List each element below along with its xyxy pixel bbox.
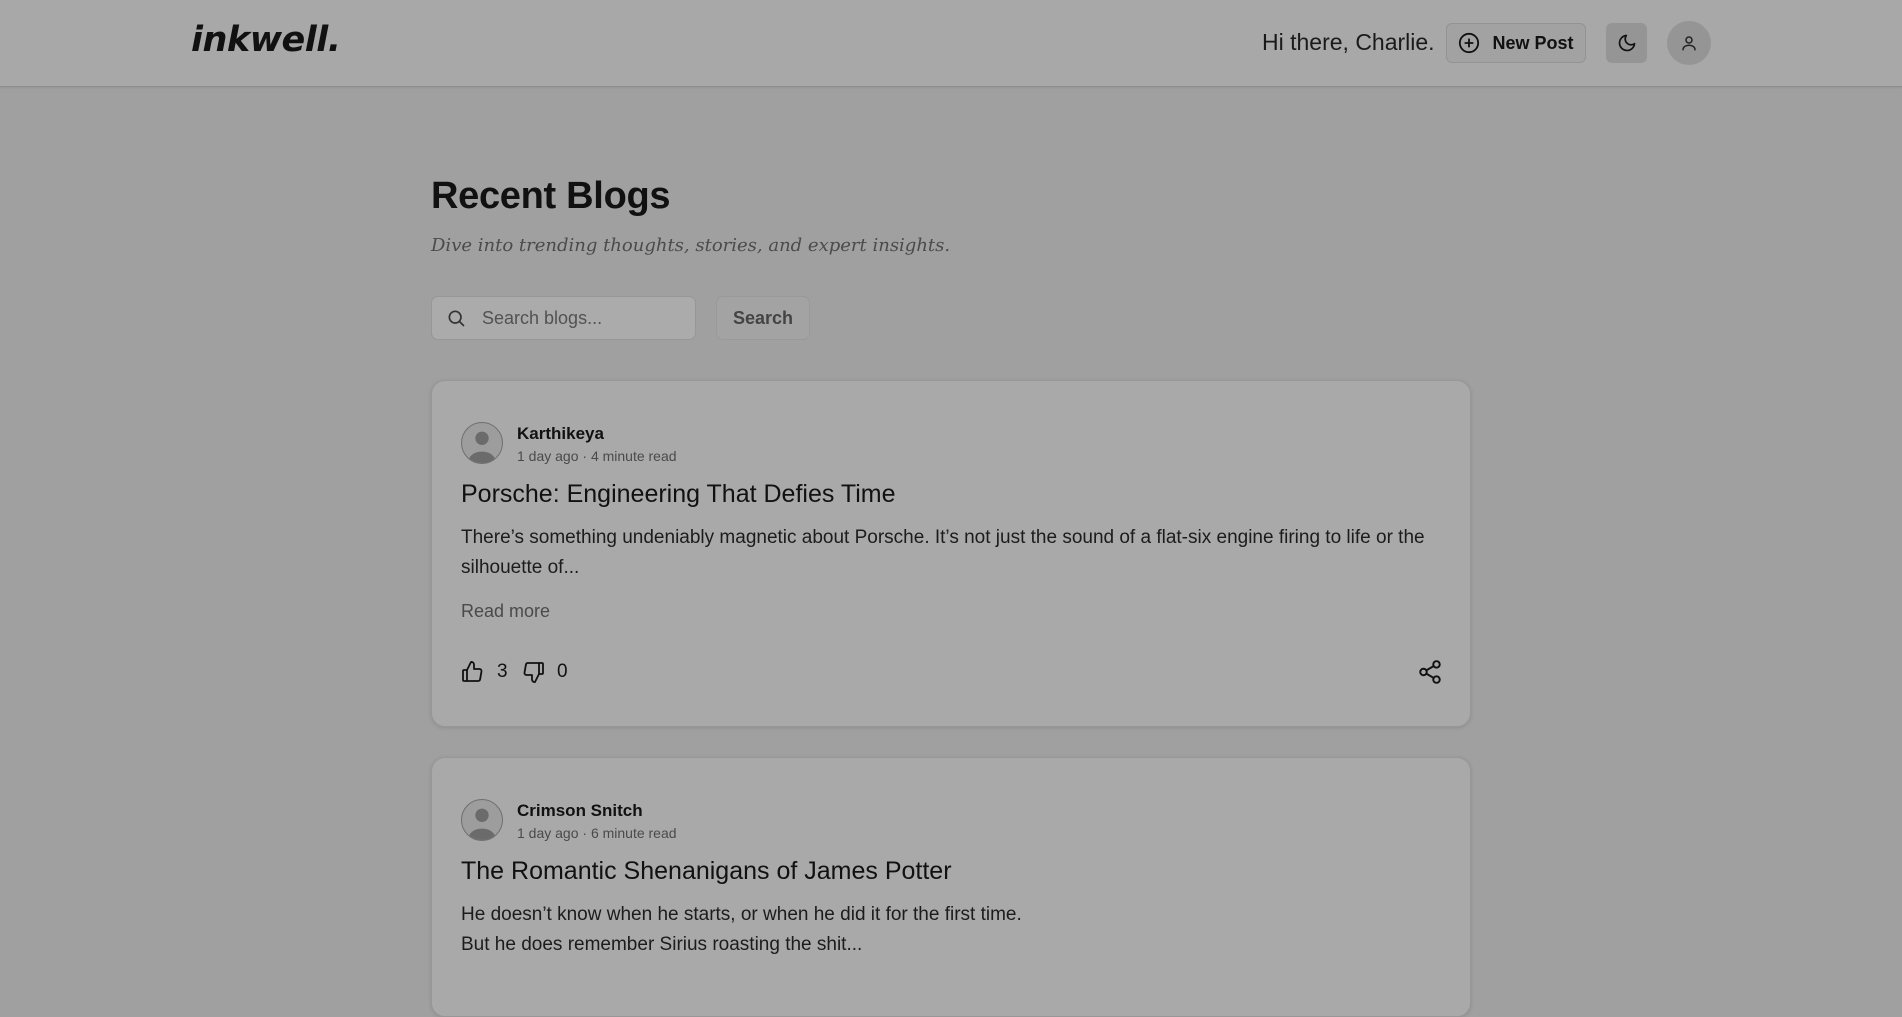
- logo[interactable]: inkwell.: [191, 20, 341, 60]
- like-count: 3: [497, 661, 508, 682]
- post-title[interactable]: The Romantic Shenanigans of James Potter: [461, 857, 952, 886]
- search-field[interactable]: [431, 296, 696, 340]
- post-title[interactable]: Porsche: Engineering That Defies Time: [461, 480, 896, 509]
- post-meta: 1 day ago · 6 minute read: [517, 825, 677, 841]
- thumbs-down-icon[interactable]: [522, 660, 546, 684]
- theme-toggle-button[interactable]: [1606, 23, 1647, 63]
- new-post-label: New Post: [1492, 32, 1574, 53]
- post-excerpt: There’s something undeniably magnetic ab…: [461, 527, 1425, 578]
- blog-card: Crimson Snitch 1 day ago · 6 minute read…: [431, 757, 1471, 1017]
- search-icon: [432, 308, 466, 328]
- greeting-text: Hi there, Charlie.: [1262, 29, 1435, 55]
- share-icon[interactable]: [1417, 659, 1443, 685]
- blog-card: Karthikeya 1 day ago · 4 minute read Por…: [431, 380, 1471, 727]
- moon-icon: [1617, 33, 1637, 53]
- plus-circle-icon: [1458, 32, 1480, 54]
- thumbs-up-icon[interactable]: [460, 660, 484, 684]
- read-more-link[interactable]: Read more: [461, 601, 550, 622]
- author-avatar: [461, 422, 503, 464]
- author-name[interactable]: Karthikeya: [517, 424, 604, 444]
- dislike-count: 0: [557, 661, 568, 682]
- page-subtitle: Dive into trending thoughts, stories, an…: [431, 235, 951, 256]
- search-button[interactable]: Search: [716, 296, 810, 340]
- search-input[interactable]: [480, 306, 674, 330]
- top-navbar: inkwell. Hi there, Charlie. New Post: [0, 0, 1902, 87]
- page-title: Recent Blogs: [431, 175, 671, 217]
- profile-button[interactable]: [1667, 21, 1711, 65]
- new-post-button[interactable]: New Post: [1446, 23, 1586, 63]
- post-meta: 1 day ago · 4 minute read: [517, 448, 677, 464]
- author-avatar: [461, 799, 503, 841]
- user-icon: [1680, 34, 1698, 52]
- post-excerpt: He doesn’t know when he starts, or when …: [461, 904, 1022, 955]
- author-name[interactable]: Crimson Snitch: [517, 801, 643, 821]
